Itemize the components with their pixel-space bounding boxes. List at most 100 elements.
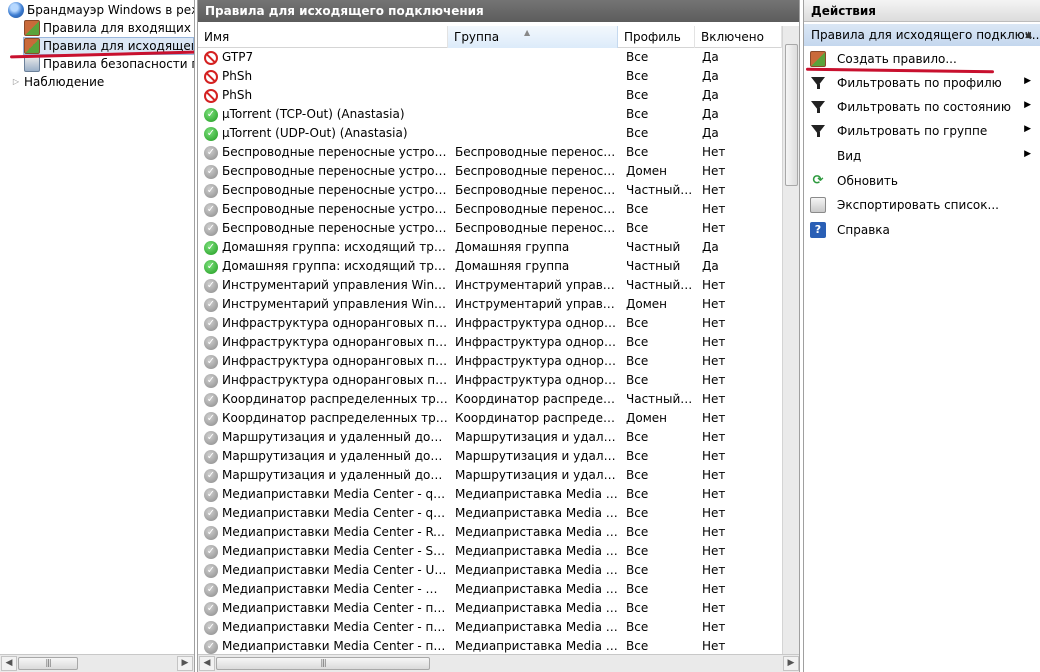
table-row[interactable]: ✓ µTorrent (TCP-Out) (Anastasia) Все Да xyxy=(198,105,782,124)
cell-enabled: Да xyxy=(702,69,719,83)
column-header-enabled[interactable]: Включено xyxy=(695,26,782,48)
action-help[interactable]: ? Справка xyxy=(804,220,1040,240)
table-row[interactable]: ✓ Маршрутизация и удаленный доступ (... Ма… xyxy=(198,428,782,447)
action-export-list[interactable]: Экспортировать список... xyxy=(804,195,1040,215)
table-row[interactable]: ✓ Инфраструктура одноранговых подкл... Инф… xyxy=(198,333,782,352)
column-header-name[interactable]: Имя xyxy=(198,26,448,48)
table-row[interactable]: ✓ Медиаприставки Media Center - SSDP ... М… xyxy=(198,542,782,561)
table-row[interactable]: ✓ Маршрутизация и удаленный доступ (... Ма… xyxy=(198,466,782,485)
actions-title: Действия xyxy=(804,0,1040,22)
cell-group: Инструментарий управлен... xyxy=(455,297,618,311)
table-row[interactable]: ✓ Беспроводные переносные устройства... Бе… xyxy=(198,181,782,200)
column-header-group[interactable]: ▲ Группа xyxy=(448,26,618,48)
cell-group: Инфраструктура одноранг... xyxy=(455,335,618,349)
tree-item-security-rules[interactable]: Правила безопасности под xyxy=(24,55,194,73)
table-row[interactable]: ✓ Инструментарий управления Windows ... Ин… xyxy=(198,295,782,314)
rule-name: µTorrent (TCP-Out) (Anastasia) xyxy=(222,107,405,121)
table-row[interactable]: ✓ Беспроводные переносные устройства... Бе… xyxy=(198,162,782,181)
table-row[interactable]: ✓ Инструментарий управления Windows ... Ин… xyxy=(198,276,782,295)
scrollbar-thumb[interactable]: ||| xyxy=(216,657,430,670)
cell-name: GTP7 xyxy=(198,48,448,67)
blocked-icon xyxy=(204,69,218,84)
column-header-group-label: Группа xyxy=(454,30,500,44)
table-row[interactable]: ✓ Медиаприставки Media Center - RTSP ... М… xyxy=(198,523,782,542)
cell-profile: Все xyxy=(626,449,649,463)
table-row[interactable]: ✓ Инфраструктура одноранговых подкл... Инф… xyxy=(198,352,782,371)
rules-vertical-scrollbar[interactable] xyxy=(782,26,799,654)
tree-item-monitoring[interactable]: ▷ Наблюдение xyxy=(11,73,194,91)
filter-icon xyxy=(810,123,826,139)
table-row[interactable]: ✓ Медиаприставки Media Center - UPnP ... М… xyxy=(198,561,782,580)
table-row[interactable]: ✓ Координатор распределенных транзак... Ко… xyxy=(198,409,782,428)
cell-enabled: Нет xyxy=(702,316,726,330)
rule-name: Медиаприставки Media Center - RTSP ... xyxy=(222,525,448,539)
expand-arrow-icon[interactable]: ▷ xyxy=(11,77,21,87)
rules-horizontal-scrollbar[interactable]: ◀ ||| ▶ xyxy=(198,654,799,672)
cell-profile: Все xyxy=(626,126,649,140)
tree-root-label: Брандмауэр Windows в режим xyxy=(27,3,194,17)
table-row[interactable]: PhSh Все Да xyxy=(198,67,782,86)
table-row[interactable]: ✓ Медиаприставки Media Center - qWave ...… xyxy=(198,504,782,523)
cell-name: ✓ Медиаприставки Media Center - потоко... xyxy=(198,618,448,637)
action-filter-state[interactable]: Фильтровать по состоянию ▶ xyxy=(804,97,1040,117)
tree-horizontal-scrollbar[interactable]: ◀ ||| ▶ xyxy=(0,654,194,672)
cell-group: Медиаприставка Media Ce... xyxy=(455,620,618,634)
disabled-check-icon: ✓ xyxy=(204,221,218,236)
scroll-left-arrow-icon[interactable]: ◀ xyxy=(199,656,215,671)
cell-name: ✓ Беспроводные переносные устройства... xyxy=(198,181,448,200)
table-row[interactable]: ✓ µTorrent (UDP-Out) (Anastasia) Все Да xyxy=(198,124,782,143)
scrollbar-thumb[interactable]: ||| xyxy=(18,657,78,670)
disabled-check-icon: ✓ xyxy=(204,145,218,160)
cell-name: ✓ Медиаприставки Media Center - SSDP ... xyxy=(198,542,448,561)
actions-section-header[interactable]: Правила для исходящего подключ... ▲ xyxy=(804,24,1040,46)
table-row[interactable]: ✓ Медиаприставки Media Center - qWave ...… xyxy=(198,485,782,504)
scroll-right-arrow-icon[interactable]: ▶ xyxy=(177,656,193,671)
action-label: Создать правило... xyxy=(837,52,957,66)
cell-enabled: Нет xyxy=(702,145,726,159)
cell-group: Беспроводные переносны... xyxy=(455,183,618,197)
disabled-check-icon: ✓ xyxy=(204,335,218,350)
tree-item-inbound-rules[interactable]: Правила для входящих под xyxy=(24,19,194,37)
scroll-left-arrow-icon[interactable]: ◀ xyxy=(1,656,17,671)
table-row[interactable]: ✓ Инфраструктура одноранговых подкл... Инф… xyxy=(198,314,782,333)
table-row[interactable]: PhSh Все Да xyxy=(198,86,782,105)
table-row[interactable]: ✓ Медиаприставки Media Center - потоко...… xyxy=(198,618,782,637)
submenu-arrow-icon: ▶ xyxy=(1024,76,1031,86)
cell-profile: Все xyxy=(626,563,649,577)
scroll-right-arrow-icon[interactable]: ▶ xyxy=(783,656,799,671)
table-row[interactable]: ✓ Беспроводные переносные устройства... Бе… xyxy=(198,143,782,162)
action-new-rule[interactable]: Создать правило... xyxy=(804,49,1040,69)
cell-enabled: Да xyxy=(702,88,719,102)
action-refresh[interactable]: ⟳ Обновить xyxy=(804,171,1040,191)
cell-group: Медиаприставка Media Ce... xyxy=(455,582,618,596)
table-row[interactable]: ✓ Медиаприставки Media Center - WMDR... Ме… xyxy=(198,580,782,599)
cell-name: ✓ Беспроводные переносные устройства... xyxy=(198,200,448,219)
rule-name: Инфраструктура одноранговых подкл... xyxy=(222,316,448,330)
cell-group: Медиаприставка Media Ce... xyxy=(455,487,618,501)
table-row[interactable]: ✓ Беспроводные переносные устройства... Бе… xyxy=(198,200,782,219)
table-row[interactable]: ✓ Инфраструктура одноранговых подкл... Инф… xyxy=(198,371,782,390)
table-row[interactable]: ✓ Домашняя группа: исходящий трафик ... До… xyxy=(198,238,782,257)
cell-profile: Домен xyxy=(626,164,667,178)
table-row[interactable]: GTP7 Все Да xyxy=(198,48,782,67)
cell-group: Маршрутизация и удаленн... xyxy=(455,468,618,482)
tree-root[interactable]: Брандмауэр Windows в режим xyxy=(8,1,194,19)
collapse-arrow-icon[interactable]: ▲ xyxy=(1025,24,1032,46)
action-filter-group[interactable]: Фильтровать по группе ▶ xyxy=(804,121,1040,141)
cell-name: ✓ Координатор распределенных транзак... xyxy=(198,409,448,428)
allowed-check-icon: ✓ xyxy=(204,240,218,255)
table-row[interactable]: ✓ Координатор распределенных транзак... Ко… xyxy=(198,390,782,409)
scrollbar-thumb[interactable] xyxy=(785,44,798,186)
action-filter-profile[interactable]: Фильтровать по профилю ▶ xyxy=(804,73,1040,93)
action-label: Экспортировать список... xyxy=(837,198,999,212)
action-view[interactable]: Вид ▶ xyxy=(804,146,1040,166)
table-row[interactable]: ✓ Беспроводные переносные устройства... Бе… xyxy=(198,219,782,238)
cell-group: Домашняя группа xyxy=(455,240,570,254)
table-row[interactable]: ✓ Домашняя группа: исходящий трафик ... До… xyxy=(198,257,782,276)
rule-name: Медиаприставки Media Center - qWave ... xyxy=(222,506,448,520)
column-header-profile[interactable]: Профиль xyxy=(618,26,695,48)
table-row[interactable]: ✓ Маршрутизация и удаленный доступ (... Ма… xyxy=(198,447,782,466)
actions-section-label: Правила для исходящего подключ... xyxy=(811,28,1040,42)
table-row[interactable]: ✓ Медиаприставки Media Center - подгот...… xyxy=(198,599,782,618)
cell-profile: Все xyxy=(626,487,649,501)
